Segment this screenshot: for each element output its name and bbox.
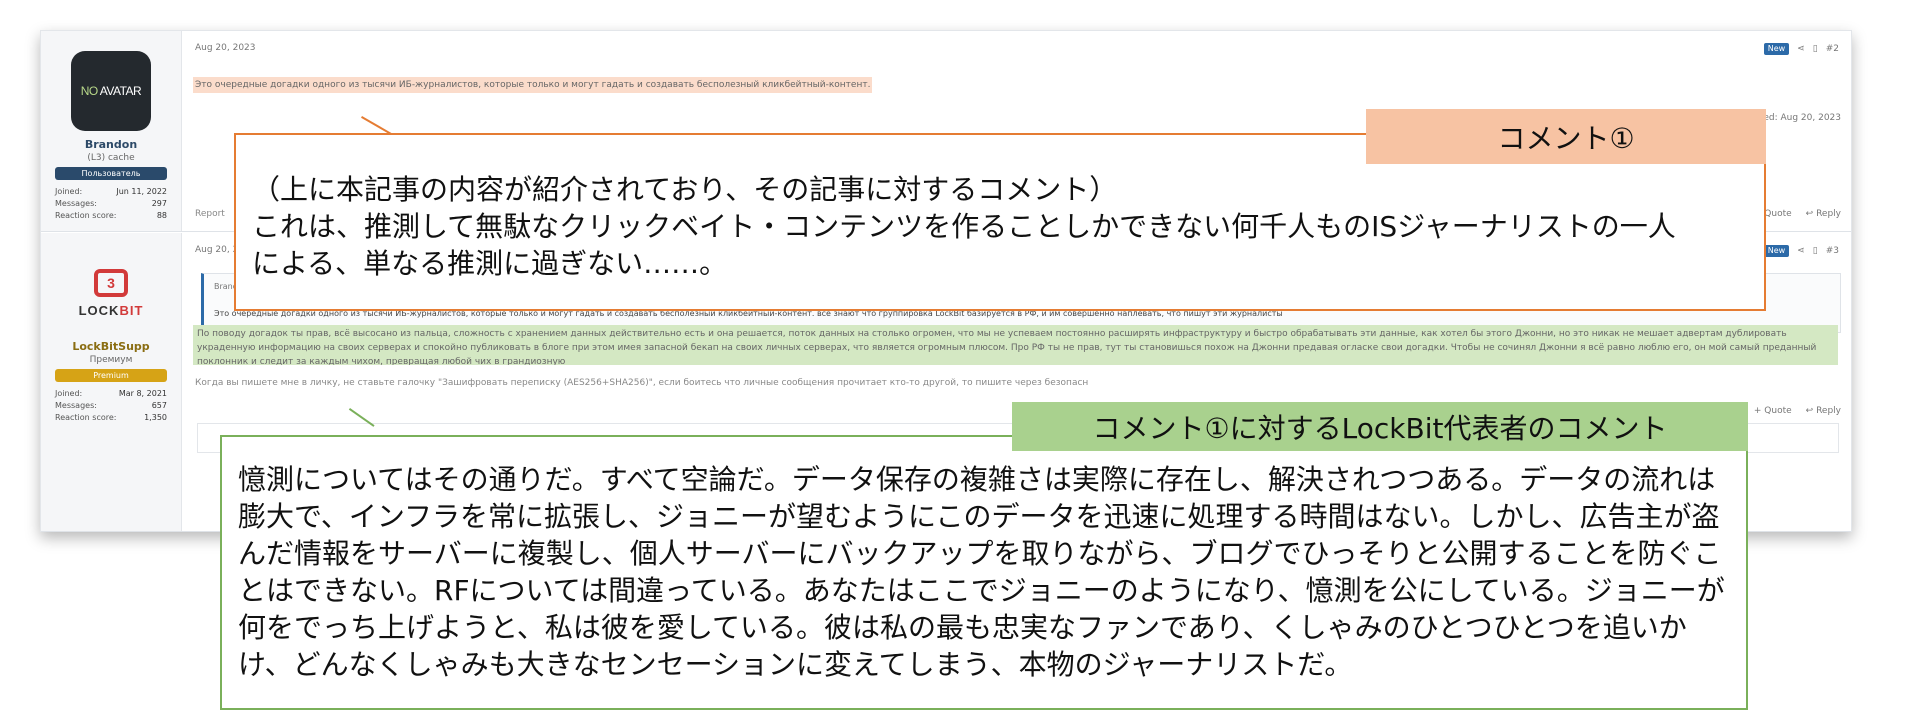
- comment2-label: コメント①に対するLockBit代表者のコメント: [1012, 402, 1748, 451]
- signature: Когда вы пишете мне в личку, не ставьте …: [195, 378, 1089, 388]
- post-number[interactable]: #3: [1826, 246, 1839, 256]
- user-title: Премиум: [89, 355, 133, 365]
- stat-value: Jun 11, 2022: [116, 187, 167, 196]
- reply-label: Reply: [1816, 406, 1841, 416]
- stat-joined: Joined: Jun 11, 2022: [55, 186, 167, 198]
- reply-icon: ↩: [1805, 209, 1817, 219]
- new-badge: New: [1763, 43, 1790, 55]
- stat-label: Reaction score:: [55, 413, 117, 422]
- stat-reaction-score: Reaction score: 1,350: [55, 412, 167, 424]
- stat-value: Mar 8, 2021: [118, 389, 167, 398]
- comment2-callout: 憶測についてはその通りだ。すべて空論だ。データ保存の複雑さは実際に存在し、解決さ…: [220, 435, 1748, 710]
- bookmark-icon[interactable]: ▯: [1813, 246, 1818, 256]
- reply-button[interactable]: ↩ Reply: [1806, 406, 1841, 416]
- user-badge: Пользователь: [55, 167, 167, 180]
- stat-value: 88: [156, 211, 167, 220]
- comment1-line3: による、単なる推測に過ぎない……。: [252, 247, 728, 280]
- comment1-label: コメント①: [1366, 109, 1766, 164]
- stat-label: Messages:: [55, 401, 97, 410]
- user-sidebar: 3 LOCKBIT LockBitSupp Премиум Premium Jo…: [41, 233, 182, 531]
- share-icon[interactable]: ⋖: [1797, 246, 1805, 256]
- stat-value: 1,350: [144, 413, 167, 422]
- bookmark-icon[interactable]: ▯: [1813, 44, 1818, 54]
- stat-value: 297: [151, 199, 167, 208]
- reply-icon: ↩: [1805, 406, 1817, 416]
- lockbit-logo-icon: 3: [94, 268, 128, 297]
- stat-label: Messages:: [55, 199, 97, 208]
- post-actions: + Quote ↩ Reply: [1754, 209, 1841, 219]
- post-actions: + Quote ↩ Reply: [1754, 406, 1841, 416]
- post-message: По поводу догадок ты прав, всё высосано …: [193, 325, 1838, 365]
- username[interactable]: Brandon: [41, 138, 181, 151]
- quote-button[interactable]: + Quote: [1754, 406, 1792, 416]
- avatar-text-no: NO: [80, 84, 99, 98]
- share-icon[interactable]: ⋖: [1797, 44, 1805, 54]
- user-title: (L3) cache: [87, 153, 135, 163]
- comment1-line2: これは、推測して無駄なクリックベイト・コンテンツを作ることしかできない何千人もの…: [252, 210, 1676, 243]
- username[interactable]: LockBitSupp: [41, 340, 181, 353]
- new-badge: New: [1763, 245, 1790, 257]
- user-badge: Premium: [55, 369, 167, 382]
- stat-joined: Joined: Mar 8, 2021: [55, 388, 167, 400]
- lockbit-logo-text: LOCKBIT: [79, 303, 144, 318]
- stat-label: Joined:: [55, 187, 83, 196]
- post-date[interactable]: Aug 20, 2023: [195, 43, 256, 53]
- report-link[interactable]: Report: [195, 209, 225, 219]
- stat-label: Joined:: [55, 389, 83, 398]
- reply-button[interactable]: ↩ Reply: [1806, 209, 1841, 219]
- logo-text-lock: LOCK: [78, 302, 120, 318]
- post-tools: New ⋖ ▯ #2: [1763, 43, 1839, 55]
- comment2-text: 憶測についてはその通りだ。すべて空論だ。データ保存の複雑さは実際に存在し、解決さ…: [238, 463, 1725, 681]
- comment1-text: （上に本記事の内容が紹介されており、その記事に対するコメント） これは、推測して…: [252, 171, 1676, 282]
- post-number[interactable]: #2: [1826, 44, 1839, 54]
- stat-label: Reaction score:: [55, 211, 117, 220]
- stat-messages: Messages: 297: [55, 198, 167, 210]
- stat-value: 657: [151, 401, 167, 410]
- comment1-line1: （上に本記事の内容が紹介されており、その記事に対するコメント）: [252, 173, 1118, 206]
- avatar[interactable]: NO AVATAR: [71, 51, 151, 131]
- avatar-text-avatar: AVATAR: [99, 84, 142, 98]
- post-message: Это очередные догадки одного из тысячи И…: [193, 77, 873, 93]
- stat-reaction-score: Reaction score: 88: [55, 210, 167, 222]
- user-stats: Joined: Jun 11, 2022 Messages: 297 Reactio…: [55, 186, 167, 222]
- user-stats: Joined: Mar 8, 2021 Messages: 657 Reaction…: [55, 388, 167, 424]
- logo-text-bit: BIT: [119, 302, 144, 318]
- stat-messages: Messages: 657: [55, 400, 167, 412]
- avatar[interactable]: 3 LOCKBIT: [71, 253, 151, 333]
- reply-label: Reply: [1816, 209, 1841, 219]
- post-tools: New ⋖ ▯ #3: [1763, 245, 1839, 257]
- user-sidebar: NO AVATAR Brandon (L3) cache Пользователь…: [41, 31, 182, 231]
